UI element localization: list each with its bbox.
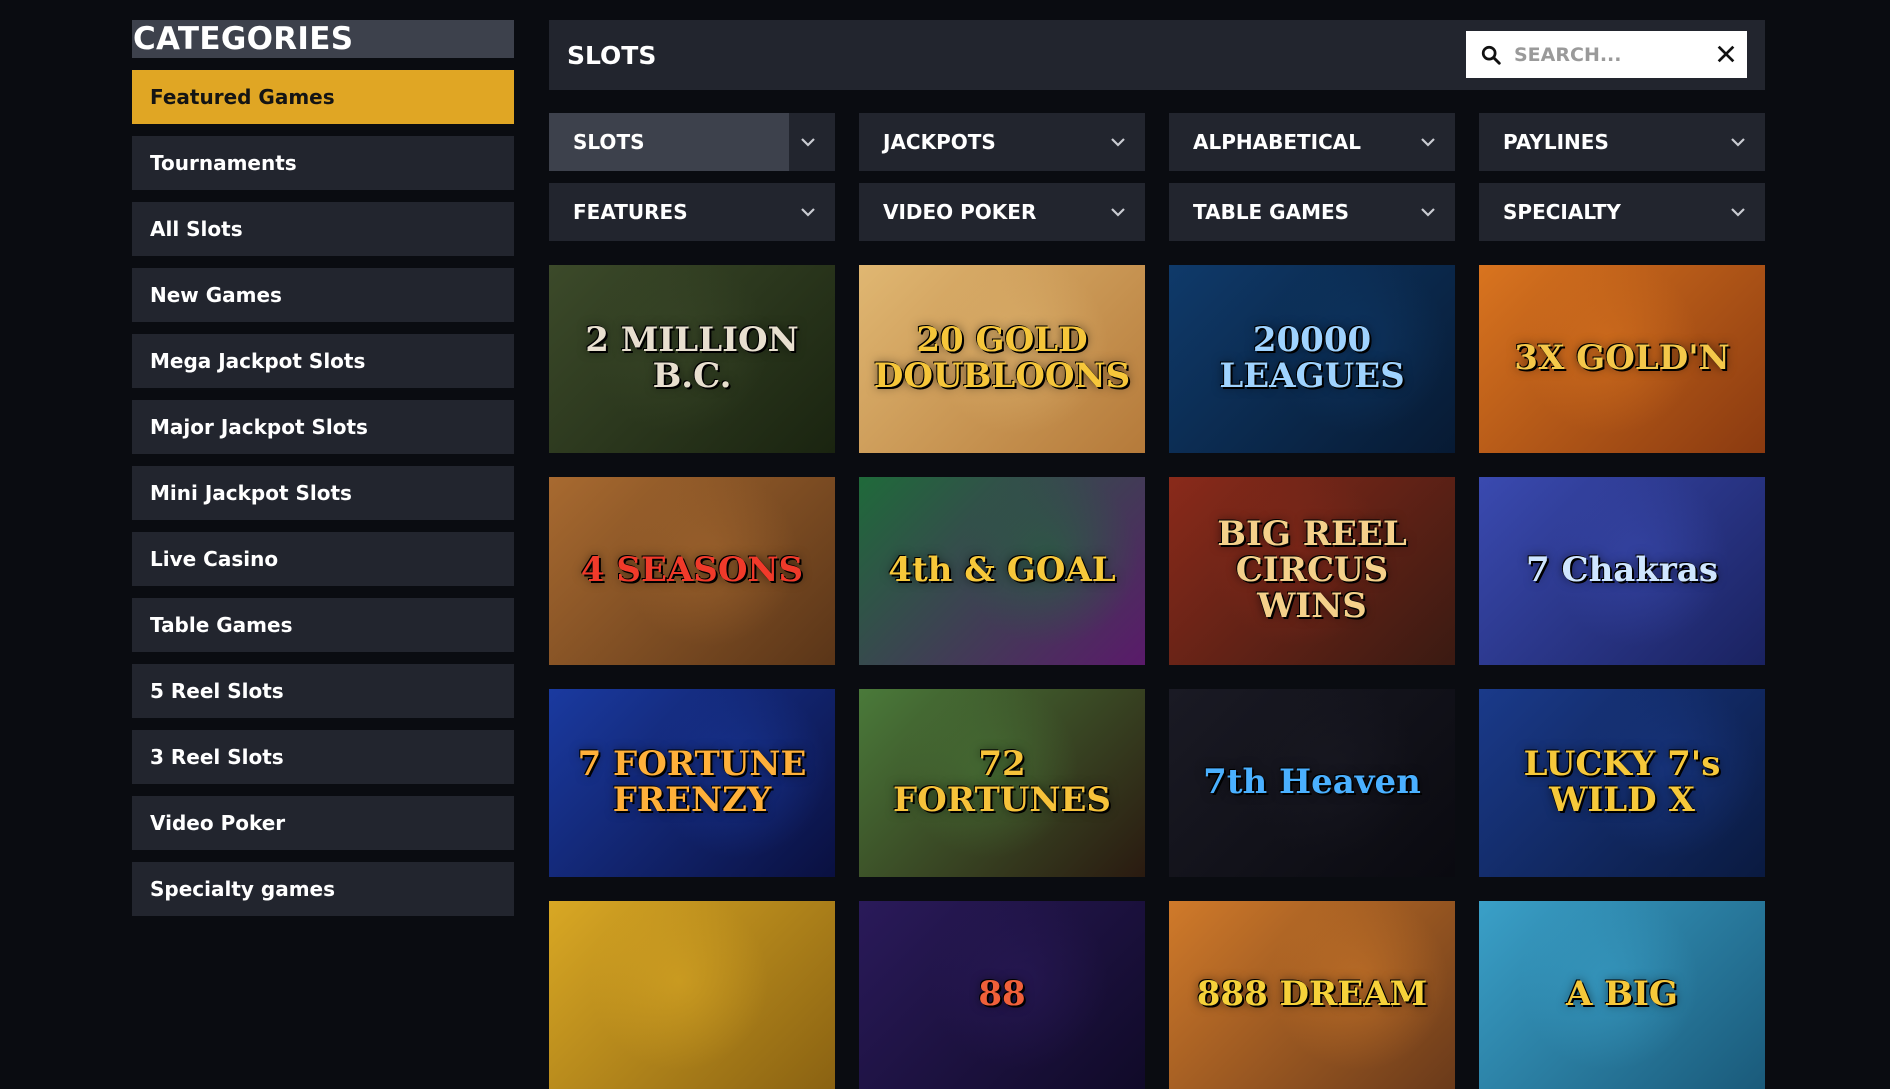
- categories-sidebar: CATEGORIES Featured Games Tournaments All …: [132, 20, 514, 928]
- chevron-down-icon: [1111, 138, 1125, 147]
- filter-dropdowns: SLOTS JACKPOTS ALPHABETICAL PAYLINES FEATURE…: [549, 113, 1765, 241]
- sidebar-item-3-reel-slots[interactable]: 3 Reel Slots: [132, 730, 514, 784]
- game-title: 888 DREAM: [1196, 974, 1428, 1015]
- sidebar-item-5-reel-slots[interactable]: 5 Reel Slots: [132, 664, 514, 718]
- sidebar-item-featured-games[interactable]: Featured Games: [132, 70, 514, 124]
- sidebar-item-all-slots[interactable]: All Slots: [132, 202, 514, 256]
- search-icon[interactable]: [1480, 44, 1502, 66]
- sidebar-item-mega-jackpot-slots[interactable]: Mega Jackpot Slots: [132, 334, 514, 388]
- chevron-down-icon: [801, 138, 815, 147]
- game-artwork: [589, 901, 769, 1071]
- game-title: BIG REEL CIRCUS WINS: [1217, 514, 1407, 626]
- game-tile[interactable]: 7th Heaven: [1169, 689, 1455, 877]
- filter-jackpots[interactable]: JACKPOTS: [859, 113, 1145, 171]
- game-title: 4 SEASONS: [580, 550, 804, 591]
- sidebar-item-tournaments[interactable]: Tournaments: [132, 136, 514, 190]
- filter-label: TABLE GAMES: [1193, 200, 1350, 224]
- filter-slots[interactable]: SLOTS: [549, 113, 835, 171]
- game-tile[interactable]: 3X GOLD'N: [1479, 265, 1765, 453]
- game-title: 20000 LEAGUES: [1219, 320, 1405, 396]
- game-tile[interactable]: 7 Chakras: [1479, 477, 1765, 665]
- filter-label: FEATURES: [573, 200, 688, 224]
- game-tile[interactable]: 88: [859, 901, 1145, 1089]
- game-tile[interactable]: [549, 901, 835, 1089]
- chevron-down-icon: [1731, 208, 1745, 217]
- chevron-down-icon: [1111, 208, 1125, 217]
- game-tile[interactable]: 20 GOLD DOUBLOONS: [859, 265, 1145, 453]
- chevron-down-icon: [1421, 138, 1435, 147]
- filter-label: SPECIALTY: [1503, 200, 1621, 224]
- game-title: 7th Heaven: [1203, 762, 1421, 803]
- filter-label: PAYLINES: [1503, 130, 1609, 154]
- game-tile[interactable]: BIG REEL CIRCUS WINS: [1169, 477, 1455, 665]
- game-title: A BIG: [1566, 974, 1678, 1015]
- filter-paylines[interactable]: PAYLINES: [1479, 113, 1765, 171]
- game-tile[interactable]: 72 FORTUNES: [859, 689, 1145, 877]
- game-title: 7 Chakras: [1526, 550, 1718, 591]
- game-tile[interactable]: LUCKY 7's WILD X: [1479, 689, 1765, 877]
- game-title: 20 GOLD DOUBLOONS: [873, 320, 1131, 396]
- search-box: [1466, 31, 1747, 78]
- categories-list: Featured Games Tournaments All Slots New Ga…: [132, 70, 514, 916]
- sidebar-item-major-jackpot-slots[interactable]: Major Jackpot Slots: [132, 400, 514, 454]
- filter-label: VIDEO POKER: [883, 200, 1037, 224]
- game-tile[interactable]: A BIG: [1479, 901, 1765, 1089]
- sidebar-item-specialty-games[interactable]: Specialty games: [132, 862, 514, 916]
- game-title: 2 MILLION B.C.: [585, 320, 799, 396]
- filter-alphabetical[interactable]: ALPHABETICAL: [1169, 113, 1455, 171]
- categories-title: CATEGORIES: [132, 20, 514, 58]
- filter-specialty[interactable]: SPECIALTY: [1479, 183, 1765, 241]
- filter-table-games[interactable]: TABLE GAMES: [1169, 183, 1455, 241]
- game-title: LUCKY 7's WILD X: [1523, 744, 1721, 820]
- sidebar-item-table-games[interactable]: Table Games: [132, 598, 514, 652]
- section-header: SLOTS: [549, 20, 1765, 90]
- game-tile[interactable]: 2 MILLION B.C.: [549, 265, 835, 453]
- game-title: 3X GOLD'N: [1514, 338, 1730, 379]
- game-tile[interactable]: 4th & GOAL: [859, 477, 1145, 665]
- chevron-down-icon: [1731, 138, 1745, 147]
- sidebar-item-mini-jackpot-slots[interactable]: Mini Jackpot Slots: [132, 466, 514, 520]
- game-title: 4th & GOAL: [888, 550, 1116, 591]
- game-tile[interactable]: 888 DREAM: [1169, 901, 1455, 1089]
- game-title: 72 FORTUNES: [893, 744, 1111, 820]
- filter-label: JACKPOTS: [883, 130, 996, 154]
- sidebar-item-new-games[interactable]: New Games: [132, 268, 514, 322]
- filter-features[interactable]: FEATURES: [549, 183, 835, 241]
- game-grid: 2 MILLION B.C. 20 GOLD DOUBLOONS 20000 LEA…: [549, 265, 1765, 1089]
- game-tile[interactable]: 4 SEASONS: [549, 477, 835, 665]
- sidebar-item-video-poker[interactable]: Video Poker: [132, 796, 514, 850]
- game-tile[interactable]: 20000 LEAGUES: [1169, 265, 1455, 453]
- game-title: 7 FORTUNE FRENZY: [577, 744, 807, 820]
- filter-label: ALPHABETICAL: [1193, 130, 1361, 154]
- game-tile[interactable]: 7 FORTUNE FRENZY: [549, 689, 835, 877]
- filter-label: SLOTS: [573, 130, 645, 154]
- page-title: SLOTS: [567, 40, 657, 70]
- chevron-down-icon: [801, 208, 815, 217]
- chevron-down-icon: [1421, 208, 1435, 217]
- sidebar-item-live-casino[interactable]: Live Casino: [132, 532, 514, 586]
- search-input[interactable]: [1512, 33, 1706, 76]
- game-title: 88: [978, 974, 1026, 1015]
- close-icon[interactable]: [1715, 43, 1737, 65]
- filter-video-poker[interactable]: VIDEO POKER: [859, 183, 1145, 241]
